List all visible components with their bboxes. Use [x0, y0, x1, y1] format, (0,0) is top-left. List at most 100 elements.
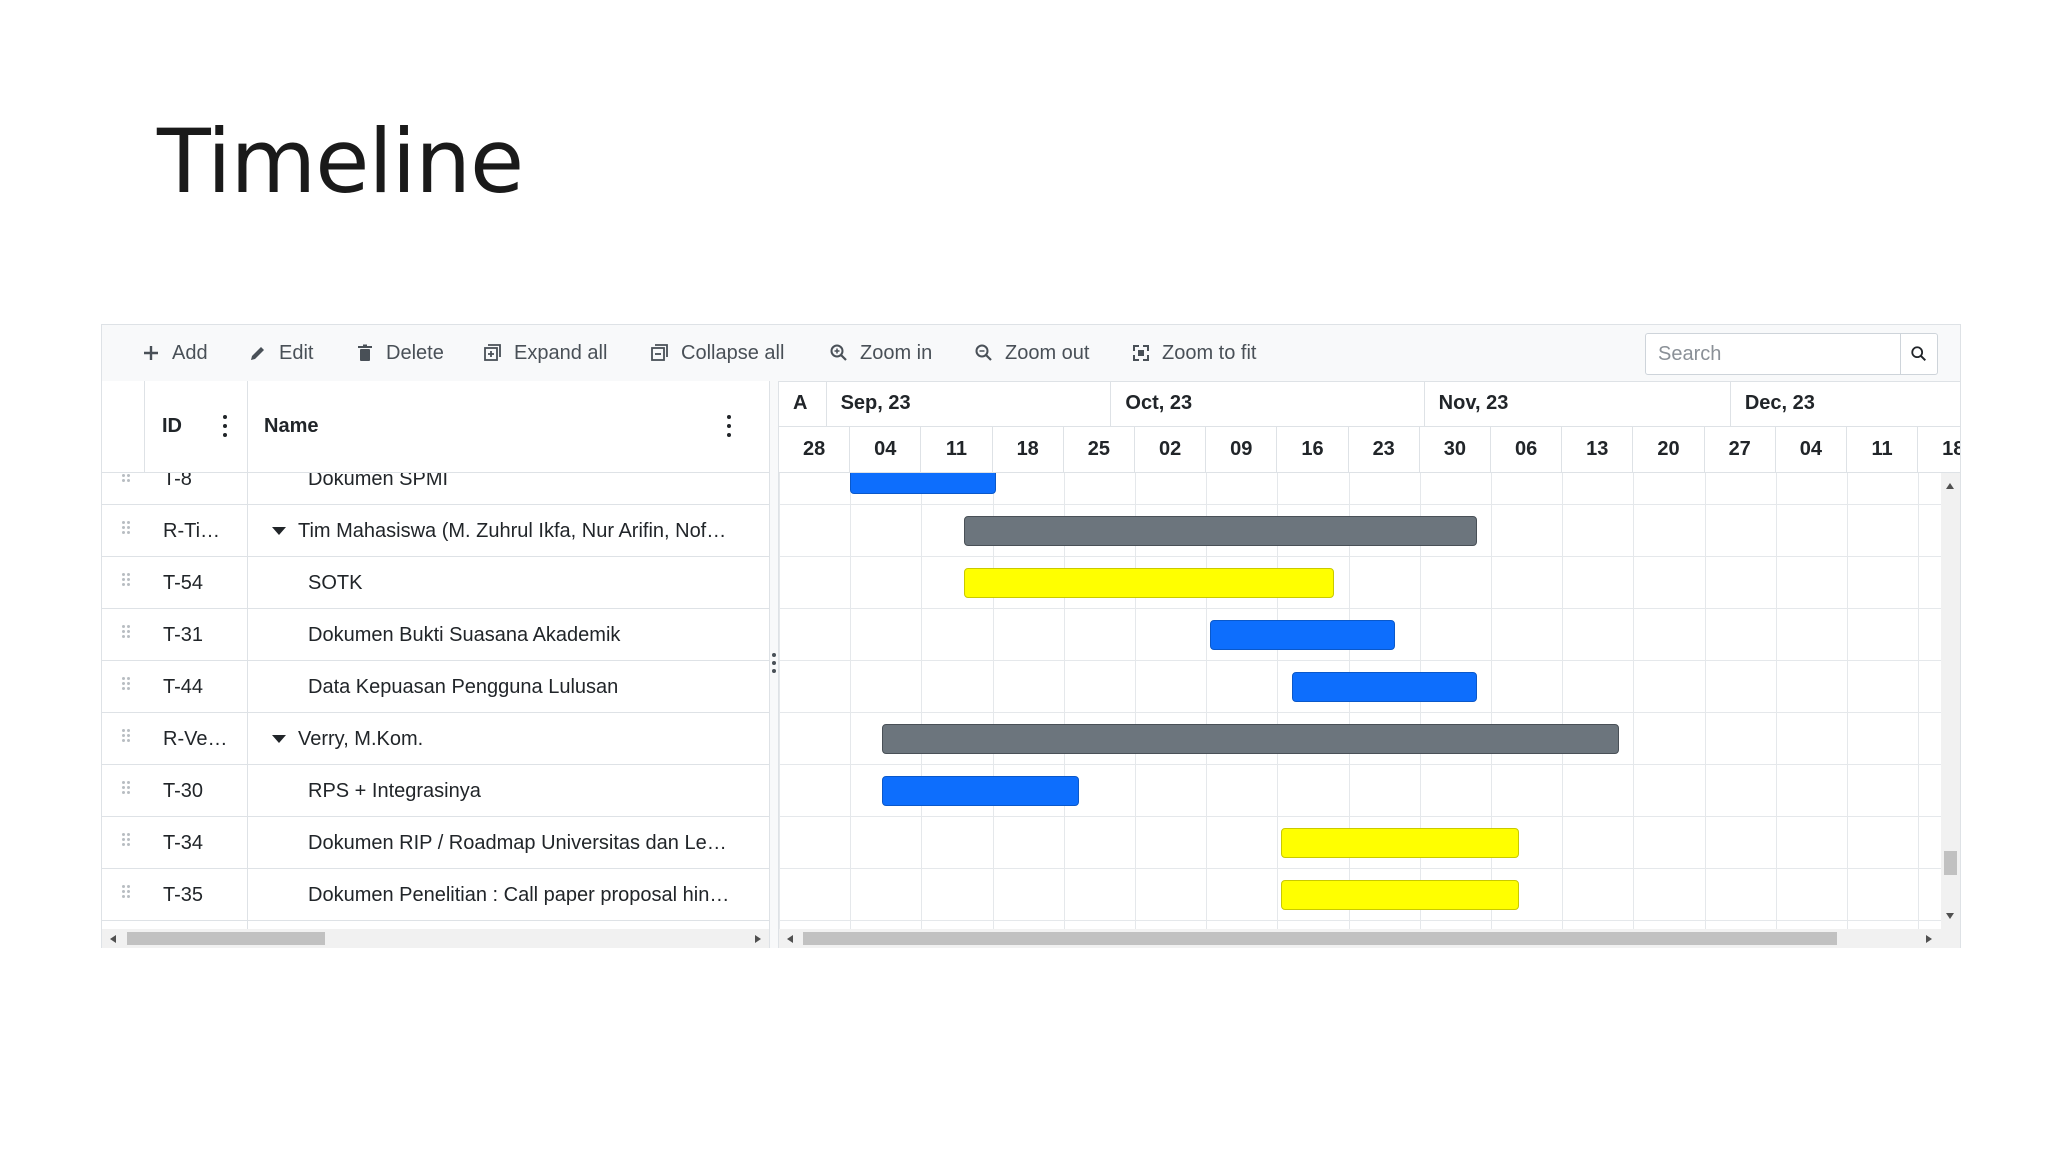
- search-box: [1645, 333, 1938, 375]
- task-name-cell: Tim Mahasiswa (M. Zuhrul Ikfa, Nur Arifi…: [298, 519, 727, 542]
- month-header: A: [779, 381, 827, 427]
- week-gridline: [1847, 473, 1848, 929]
- month-header: Dec, 23: [1730, 381, 1960, 427]
- zoom-out-button-label: Zoom out: [1005, 341, 1090, 364]
- task-id-cell: T-30: [163, 779, 204, 802]
- expand-all-button-label: Expand all: [514, 341, 608, 364]
- search-icon: [1911, 346, 1927, 362]
- task-id-cell: T-31: [163, 623, 204, 646]
- delete-button[interactable]: Delete: [354, 325, 444, 381]
- collapse-all-button-label: Collapse all: [681, 341, 785, 364]
- table-row[interactable]: T-31 Dokumen Bukti Suasana Akademik: [102, 609, 769, 661]
- scroll-down-icon[interactable]: [1946, 913, 1954, 919]
- id-column-header[interactable]: ID: [162, 381, 182, 472]
- search-button[interactable]: [1900, 334, 1937, 374]
- collapse-caret-icon[interactable]: [272, 527, 286, 535]
- summary-task-bar[interactable]: [964, 516, 1477, 546]
- task-bar[interactable]: [964, 568, 1335, 598]
- week-header: 13: [1562, 427, 1634, 472]
- task-id-cell: R-Ti…: [163, 519, 221, 542]
- week-header: 09: [1206, 427, 1278, 472]
- task-bar[interactable]: [1280, 880, 1520, 910]
- zoom-in-button[interactable]: Zoom in: [828, 325, 932, 381]
- add-button-label: Add: [172, 341, 208, 364]
- drag-handle-icon[interactable]: [122, 885, 132, 903]
- task-name-cell: Verry, M.Kom.: [298, 727, 424, 750]
- week-header: 04: [850, 427, 922, 472]
- drag-handle-icon[interactable]: [122, 833, 132, 851]
- timeline-horizontal-scrollbar[interactable]: [779, 929, 1960, 948]
- summary-task-bar[interactable]: [882, 724, 1620, 754]
- grid-scroll-thumb[interactable]: [127, 932, 325, 945]
- month-header: Oct, 23: [1111, 381, 1425, 427]
- drag-handle-icon[interactable]: [122, 729, 132, 747]
- add-button[interactable]: Add: [140, 325, 208, 381]
- row-gridline: [779, 504, 1941, 505]
- task-id-cell: T-8: [163, 473, 192, 490]
- week-header: 16: [1277, 427, 1349, 472]
- search-input[interactable]: [1646, 334, 1896, 374]
- name-column-menu-icon[interactable]: [726, 415, 732, 437]
- timeline-header: A Sep, 23 Oct, 23 Nov, 23 Dec, 23 28 04 11 18 25 0…: [779, 381, 1960, 473]
- week-header: 25: [1064, 427, 1135, 472]
- zoom-out-button[interactable]: Zoom out: [973, 325, 1089, 381]
- vertical-scroll-thumb[interactable]: [1944, 851, 1957, 875]
- delete-button-label: Delete: [386, 341, 444, 364]
- row-gridline: [779, 712, 1941, 713]
- table-row[interactable]: T-54 SOTK: [102, 557, 769, 609]
- grid-chart-splitter[interactable]: [769, 381, 779, 948]
- timeline-body: [779, 473, 1941, 929]
- table-row[interactable]: T-44 Data Kepuasan Pengguna Lulusan: [102, 661, 769, 713]
- drag-handle-icon[interactable]: [122, 521, 132, 539]
- timeline-scroll-left-icon[interactable]: [787, 935, 793, 943]
- timeline-scroll-thumb[interactable]: [803, 932, 1837, 945]
- drag-handle-icon[interactable]: [122, 781, 132, 799]
- drag-handle-icon[interactable]: [122, 473, 132, 487]
- timeline-scroll-right-icon[interactable]: [1926, 935, 1932, 943]
- expand-all-button[interactable]: Expand all: [482, 325, 607, 381]
- name-column-header[interactable]: Name: [264, 381, 318, 472]
- scroll-right-icon[interactable]: [755, 935, 761, 943]
- table-row[interactable]: T-8 Dokumen SPMI: [102, 473, 769, 505]
- scroll-up-icon[interactable]: [1946, 483, 1954, 489]
- collapse-all-button[interactable]: Collapse all: [649, 325, 784, 381]
- gantt-chart: Add Edit Delete Expand all Collapse all …: [101, 324, 1961, 948]
- table-row[interactable]: R-Ti… Tim Mahasiswa (M. Zuhrul Ikfa, Nur …: [102, 505, 769, 557]
- drag-handle-icon[interactable]: [122, 677, 132, 695]
- drag-handle-icon[interactable]: [122, 573, 132, 591]
- row-gridline: [779, 764, 1941, 765]
- vertical-scrollbar[interactable]: [1941, 473, 1960, 929]
- task-bar[interactable]: [1291, 672, 1477, 702]
- collapse-caret-icon[interactable]: [272, 735, 286, 743]
- table-row[interactable]: T-30 RPS + Integrasinya: [102, 765, 769, 817]
- id-column-menu-icon[interactable]: [222, 415, 228, 437]
- task-id-cell: T-44: [163, 675, 204, 698]
- task-bar[interactable]: [1280, 828, 1520, 858]
- task-name-cell: Dokumen Bukti Suasana Akademik: [308, 623, 621, 646]
- week-gridline: [779, 473, 780, 929]
- zoom-to-fit-button-label: Zoom to fit: [1162, 341, 1257, 364]
- row-gridline: [779, 660, 1941, 661]
- week-gridline: [1704, 473, 1706, 929]
- table-row[interactable]: R-Ve… Verry, M.Kom.: [102, 713, 769, 765]
- edit-button[interactable]: Edit: [247, 325, 313, 381]
- drag-handle-icon[interactable]: [122, 625, 132, 643]
- task-bar[interactable]: [882, 776, 1080, 806]
- zoom-to-fit-button[interactable]: Zoom to fit: [1130, 325, 1256, 381]
- grid-horizontal-scrollbar[interactable]: [102, 929, 769, 948]
- week-header: 04: [1776, 427, 1847, 472]
- table-row[interactable]: T-35 Dokumen Penelitian : Call paper prop…: [102, 869, 769, 921]
- task-name-cell: Dokumen SPMI: [308, 473, 449, 490]
- week-header: 18: [993, 427, 1064, 472]
- row-gridline: [779, 556, 1941, 557]
- month-header: Nov, 23: [1424, 381, 1731, 427]
- week-header: 18: [1918, 427, 1960, 472]
- task-id-cell: R-Ve…: [163, 727, 228, 750]
- scroll-left-icon[interactable]: [110, 935, 116, 943]
- task-bar[interactable]: [850, 473, 997, 494]
- table-row[interactable]: T-34 Dokumen RIP / Roadmap Universitas da…: [102, 817, 769, 869]
- task-bar[interactable]: [1209, 620, 1395, 650]
- week-header: 27: [1705, 427, 1776, 472]
- task-id-cell: T-34: [163, 831, 204, 854]
- row-gridline: [779, 816, 1941, 817]
